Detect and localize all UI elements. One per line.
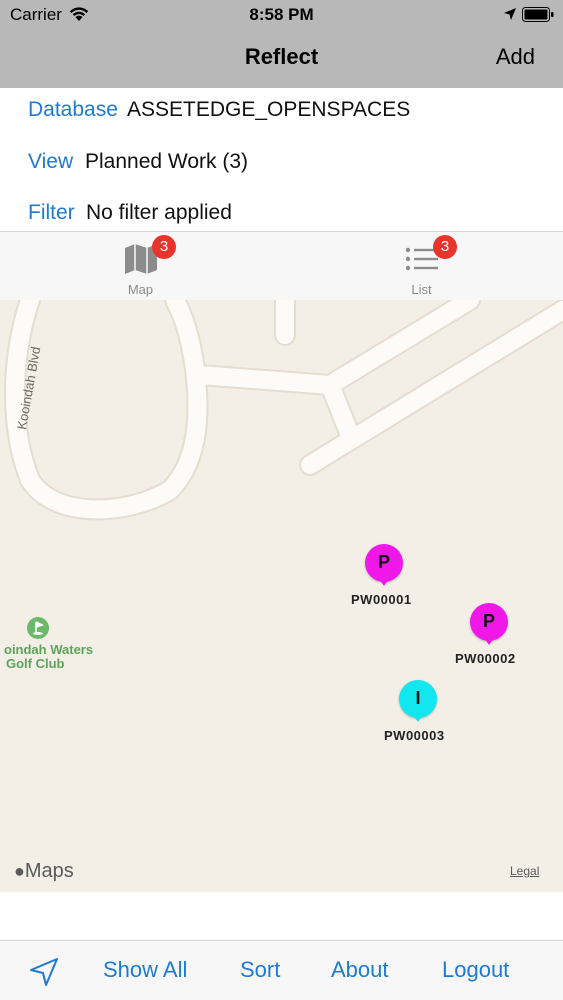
view-row[interactable]: View Planned Work (3) [0,140,563,188]
map-count-badge: 3 [152,235,176,259]
golf-course-name-line2: Golf Club [6,656,65,671]
tab-list-label: List [411,282,432,297]
logout-button[interactable]: Logout [442,957,509,983]
pin-letter: I [415,688,421,708]
view-label: View [28,150,74,173]
golf-course-label: oindah Waters Golf Club [4,643,93,671]
maps-attribution-text: Maps [24,860,74,882]
map-roads [4,300,563,521]
list-count-badge: 3 [433,235,457,259]
maps-attribution: ●Maps [14,860,74,883]
navigation-bar: Carrier 8:58 PM Reflect Add [0,0,563,88]
pin-label: PW00001 [351,592,412,607]
bottom-toolbar: Show All Sort About Logout [0,940,563,1000]
add-button[interactable]: Add [496,44,535,70]
pin-label: PW00003 [384,728,445,743]
golf-course-name-line1: oindah Waters [4,642,94,657]
tab-list[interactable]: List [281,232,562,301]
filter-label: Filter [28,201,75,224]
apple-logo-icon: ● [14,861,25,881]
tab-map-label: Map [127,282,154,297]
golf-course-icon [27,617,49,639]
view-tabs: Map List [0,231,563,300]
view-value: Planned Work (3) [85,150,249,173]
pin-label: PW00002 [455,651,516,666]
map-pin-pw00002[interactable]: P [470,603,510,649]
sort-button[interactable]: Sort [240,957,280,983]
about-button[interactable]: About [331,957,389,983]
battery-icon [522,7,554,22]
map-view[interactable]: Kooindah Blvd oindah Waters Golf Club P … [0,300,563,892]
pin-letter: P [377,552,390,572]
database-label: Database [28,98,118,121]
map-pin-pw00003[interactable]: I [399,680,439,726]
current-location-icon[interactable] [28,956,60,988]
database-value: ASSETEDGE_OPENSPACES [127,98,411,121]
status-bar: Carrier 8:58 PM [0,0,563,30]
show-all-button[interactable]: Show All [103,957,187,983]
map-pin-pw00001[interactable]: P [365,544,405,590]
database-row[interactable]: Database ASSETEDGE_OPENSPACES [0,88,563,136]
status-time: 8:58 PM [249,5,314,24]
filter-value: No filter applied [86,201,232,224]
pin-letter: P [482,611,495,631]
tab-map[interactable]: Map [0,232,281,301]
location-services-icon [504,8,516,20]
legal-link[interactable]: Legal [510,864,539,878]
page-title: Reflect [244,44,319,69]
